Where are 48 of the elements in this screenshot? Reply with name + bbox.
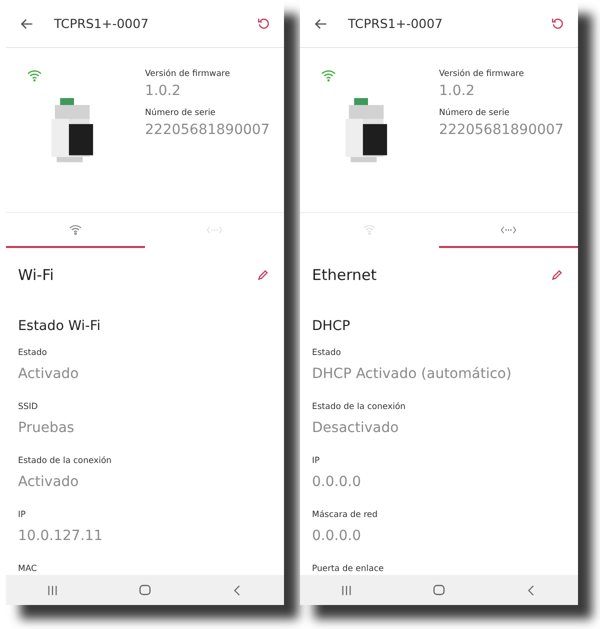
pencil-icon[interactable] <box>551 270 562 280</box>
firmware-version: 1.0.2 <box>145 83 182 99</box>
field-label: Estado <box>18 348 48 358</box>
back-arrow-icon[interactable] <box>314 16 328 30</box>
section-title: Wi-Fi <box>18 266 54 284</box>
field-label: IP <box>18 510 27 520</box>
field-value: 0.0.0.0 <box>312 528 362 544</box>
field-label: Máscara de red <box>312 510 379 520</box>
wifi-icon <box>69 224 82 235</box>
field-label: MAC <box>18 564 38 574</box>
recent-apps-icon[interactable] <box>46 584 58 596</box>
ethernet-icon <box>500 226 517 234</box>
device-title: TCPRS1+-0007 <box>348 16 444 31</box>
field-value: DHCP Activado (automático) <box>312 366 512 382</box>
serial-number: 22205681890007 <box>439 122 564 138</box>
field-value: 0.0.0.0 <box>312 474 362 490</box>
field-label: IP <box>312 456 321 466</box>
serial-number: 22205681890007 <box>145 122 270 138</box>
wifi-icon <box>27 69 42 82</box>
firmware-label: Versión de firmware <box>145 69 231 79</box>
home-icon[interactable] <box>138 584 151 596</box>
field-value: Activado <box>18 366 80 382</box>
field-label: Puerta de enlace <box>312 564 385 574</box>
field-label: Estado <box>312 348 342 358</box>
reset-icon[interactable] <box>257 17 270 30</box>
firmware-version: 1.0.2 <box>439 83 476 99</box>
field-value: 10.0.127.11 <box>18 528 104 544</box>
home-icon[interactable] <box>432 584 445 596</box>
section-title: Ethernet <box>312 266 377 284</box>
wifi-icon <box>321 69 336 82</box>
field-value: Pruebas <box>18 420 76 436</box>
recent-apps-icon[interactable] <box>340 584 352 596</box>
field-label: SSID <box>18 402 39 412</box>
field-value: Activado <box>18 474 80 490</box>
pencil-icon[interactable] <box>257 270 268 280</box>
group-title: Estado Wi-Fi <box>17 317 102 336</box>
field-label: Estado de la conexión <box>18 456 113 466</box>
back-arrow-icon[interactable] <box>20 16 34 30</box>
serial-label: Número de serie <box>439 108 511 118</box>
device-title: TCPRS1+-0007 <box>54 16 150 31</box>
ethernet-icon <box>206 226 223 234</box>
wifi-icon <box>363 224 376 235</box>
group-title: DHCP <box>311 317 352 336</box>
serial-label: Número de serie <box>145 108 217 118</box>
field-label: Estado de la conexión <box>312 402 407 412</box>
reset-icon[interactable] <box>551 17 564 30</box>
firmware-label: Versión de firmware <box>439 69 525 79</box>
field-value: Desactivado <box>312 420 400 436</box>
